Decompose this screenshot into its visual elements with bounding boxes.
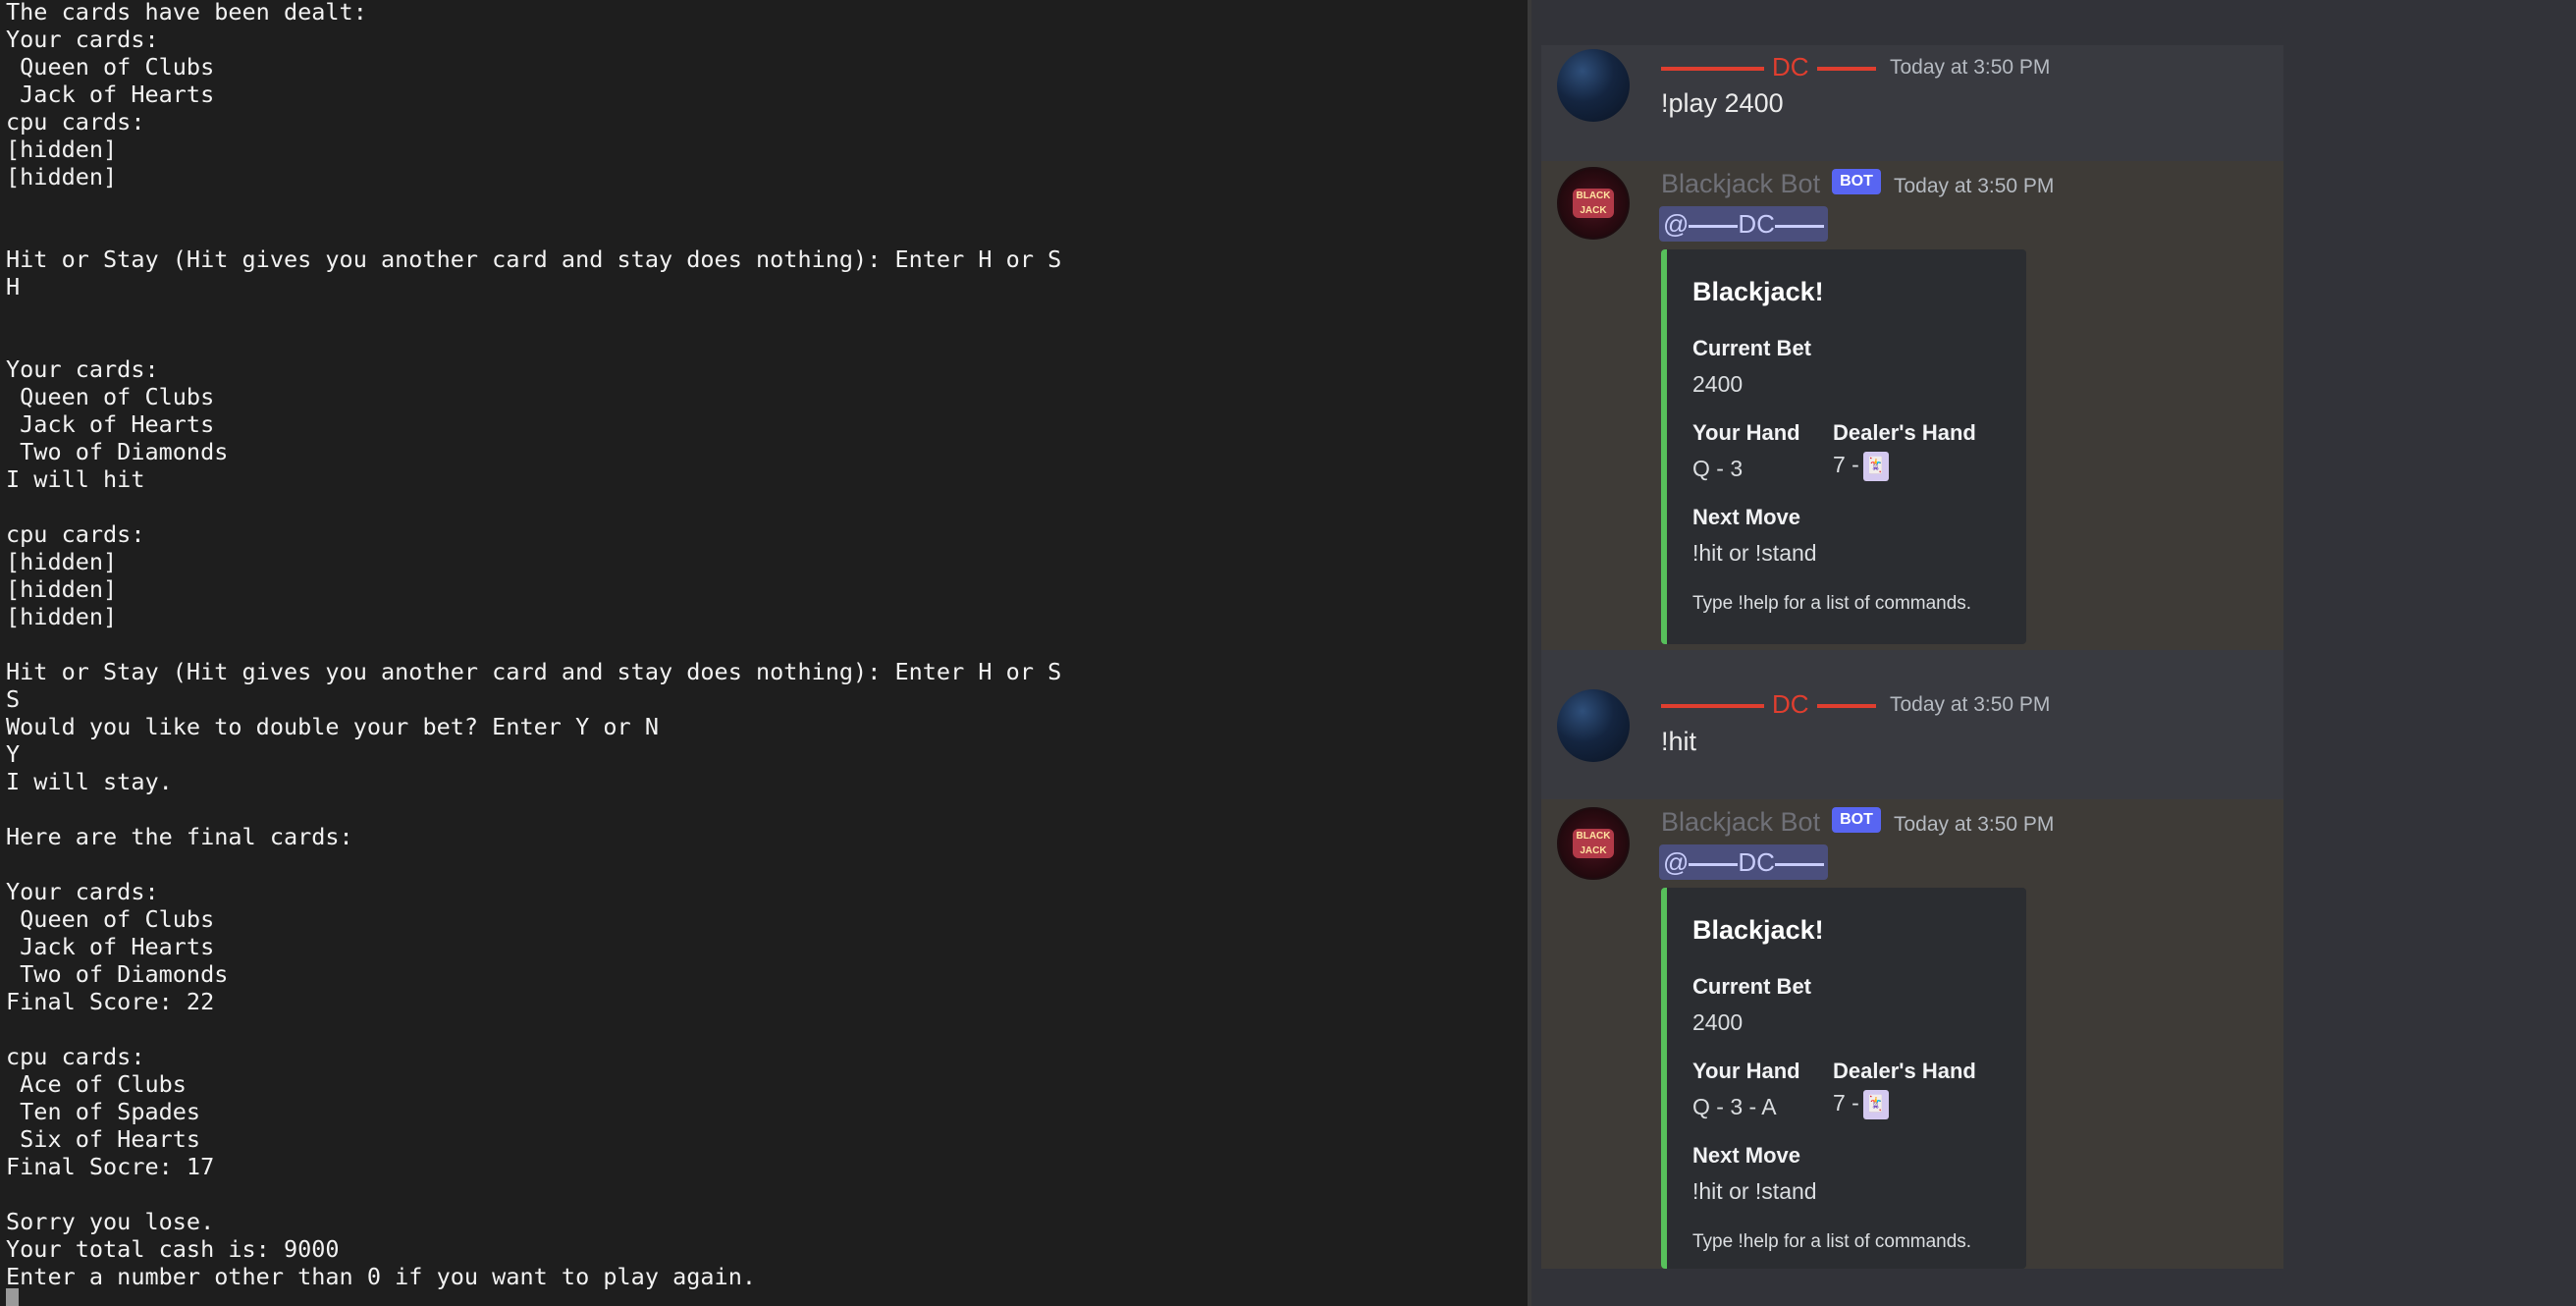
terminal-line: [hidden] [6, 163, 118, 190]
your-hand-value: Q - 3 [1692, 456, 1744, 481]
dealers-hand-label: Dealer's Hand [1833, 1059, 1976, 1083]
terminal-line: Your total cash is: 9000 [6, 1235, 340, 1263]
joker-card-icon: 🃏 [1862, 452, 1889, 481]
terminal-line: Jack of Hearts [6, 410, 215, 438]
user-message[interactable]: DC Today at 3:50 PM !play 2400 [1541, 45, 2283, 161]
current-bet-value: 2400 [1692, 1009, 1744, 1035]
blackjack-logo-icon: BLACK JACK [1573, 189, 1614, 218]
embed-footer: Type !help for a list of commands. [1692, 593, 1972, 614]
next-move-label: Next Move [1692, 505, 1801, 529]
terminal-line: Here are the final cards: [6, 823, 353, 850]
terminal-line: Final Socre: 17 [6, 1153, 215, 1180]
terminal-line: [hidden] [6, 548, 118, 575]
terminal-line: Enter a number other than 0 if you want … [6, 1263, 757, 1290]
message-timestamp: Today at 3:50 PM [1890, 56, 2051, 79]
terminal-line: Your cards: [6, 878, 159, 905]
terminal-line: cpu cards: [6, 108, 145, 136]
terminal-window[interactable]: The cards have been dealt: Your cards: Q… [0, 0, 1528, 1306]
bot-name[interactable]: Blackjack Bot [1661, 807, 1820, 838]
blackjack-embed: Blackjack! Current Bet 2400 Your Hand Q … [1661, 249, 2026, 644]
embed-title: Blackjack! [1692, 915, 1824, 945]
name-decoration [1774, 224, 1824, 228]
terminal-output: The cards have been dealt: Your cards: Q… [6, 0, 1061, 1290]
your-hand-value: Q - 3 - A [1692, 1094, 1777, 1119]
terminal-line: Six of Hearts [6, 1125, 201, 1153]
name-decoration [1774, 862, 1824, 866]
terminal-line: Ace of Clubs [6, 1070, 187, 1098]
user-avatar[interactable] [1557, 689, 1630, 762]
terminal-line: Jack of Hearts [6, 933, 215, 960]
bot-message[interactable]: BLACK JACK Blackjack Bot BOT Today at 3:… [1541, 161, 2283, 650]
terminal-line: Sorry you lose. [6, 1208, 215, 1235]
message-text: !play 2400 [1661, 88, 1784, 118]
next-move-value: !hit or !stand [1692, 540, 1817, 566]
terminal-line: Hit or Stay (Hit gives you another card … [6, 658, 1062, 685]
terminal-line: Hit or Stay (Hit gives you another card … [6, 245, 1062, 273]
bot-message[interactable]: BLACK JACK Blackjack Bot BOT Today at 3:… [1541, 799, 2283, 1269]
terminal-line: [hidden] [6, 603, 118, 630]
terminal-line: cpu cards: [6, 1043, 145, 1070]
name-decoration [1661, 67, 1764, 72]
terminal-line: Would you like to double your bet? Enter… [6, 713, 659, 740]
message-timestamp: Today at 3:50 PM [1894, 813, 2055, 836]
embed-title: Blackjack! [1692, 277, 1824, 306]
embed-footer: Type !help for a list of commands. [1692, 1231, 1972, 1252]
user-name[interactable]: DC [1661, 689, 1876, 720]
joker-card-icon: 🃏 [1862, 1090, 1889, 1119]
name-decoration [1689, 224, 1739, 228]
name-decoration [1689, 862, 1739, 866]
user-avatar[interactable] [1557, 49, 1630, 122]
name-decoration [1816, 704, 1876, 709]
terminal-line: cpu cards: [6, 520, 145, 548]
terminal-line: [hidden] [6, 136, 118, 163]
dealers-hand-value: 7 - 🃏 [1833, 452, 1889, 481]
dealers-hand-label: Dealer's Hand [1833, 420, 1976, 445]
user-name[interactable]: DC [1661, 52, 1876, 82]
terminal-line: Final Score: 22 [6, 988, 215, 1015]
terminal-cursor [6, 1288, 19, 1306]
terminal-line: Y [6, 740, 21, 768]
current-bet-label: Current Bet [1692, 974, 1812, 999]
message-timestamp: Today at 3:50 PM [1894, 175, 2055, 197]
terminal-line: Your cards: [6, 26, 159, 53]
bot-name[interactable]: Blackjack Bot [1661, 169, 1820, 199]
terminal-line: The cards have been dealt: [6, 0, 367, 26]
your-hand-label: Your Hand [1692, 420, 1800, 445]
bot-avatar[interactable]: BLACK JACK [1557, 807, 1630, 880]
terminal-line: [hidden] [6, 575, 118, 603]
terminal-line: Two of Diamonds [6, 960, 229, 988]
blackjack-embed: Blackjack! Current Bet 2400 Your Hand Q … [1661, 888, 2026, 1269]
terminal-line: Jack of Hearts [6, 81, 215, 108]
next-move-label: Next Move [1692, 1143, 1801, 1168]
terminal-line: S [6, 685, 21, 713]
user-mention[interactable]: @ DC [1659, 844, 1828, 880]
terminal-line: Ten of Spades [6, 1098, 201, 1125]
message-timestamp: Today at 3:50 PM [1890, 693, 2051, 716]
dealers-hand-value: 7 - 🃏 [1833, 1090, 1889, 1119]
name-decoration [1661, 704, 1764, 709]
terminal-line: Queen of Clubs [6, 905, 215, 933]
bot-badge: BOT [1832, 169, 1881, 194]
current-bet-value: 2400 [1692, 371, 1744, 397]
terminal-line: I will hit [6, 465, 145, 493]
terminal-line: Queen of Clubs [6, 383, 215, 410]
name-decoration [1816, 67, 1876, 72]
bot-avatar[interactable]: BLACK JACK [1557, 167, 1630, 240]
message-text: !hit [1661, 727, 1697, 756]
user-message[interactable]: DC Today at 3:50 PM !hit [1541, 650, 2283, 799]
terminal-line: H [6, 273, 21, 300]
bot-badge: BOT [1832, 807, 1881, 833]
next-move-value: !hit or !stand [1692, 1178, 1817, 1204]
terminal-line: Two of Diamonds [6, 438, 229, 465]
terminal-line: Your cards: [6, 355, 159, 383]
terminal-line: Queen of Clubs [6, 53, 215, 81]
current-bet-label: Current Bet [1692, 336, 1812, 360]
your-hand-label: Your Hand [1692, 1059, 1800, 1083]
user-mention[interactable]: @ DC [1659, 206, 1828, 242]
blackjack-logo-icon: BLACK JACK [1573, 829, 1614, 858]
terminal-line: I will stay. [6, 768, 173, 795]
